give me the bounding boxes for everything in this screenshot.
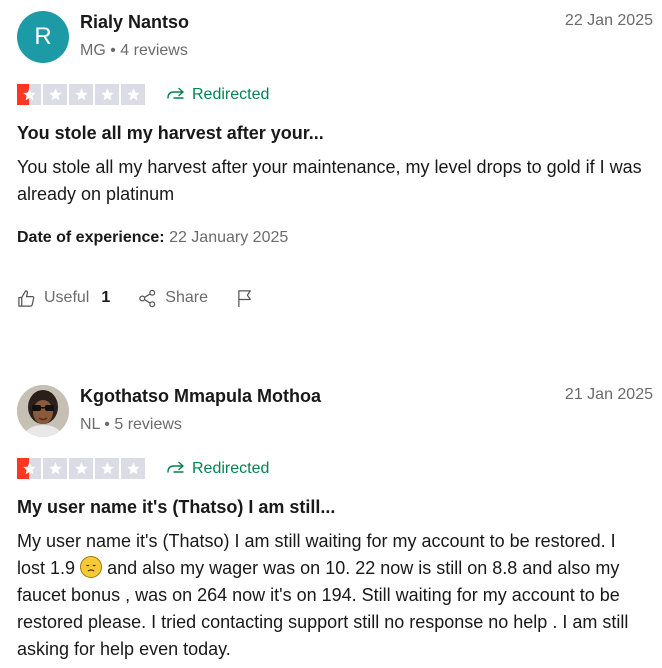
review-title[interactable]: You stole all my harvest after your... — [17, 123, 324, 144]
review-body: My user name it's (Thatso) I am still wa… — [17, 528, 647, 663]
redirected-label[interactable]: Redirected — [166, 458, 269, 479]
review-title[interactable]: My user name it's (Thatso) I am still... — [17, 497, 335, 518]
redirect-arrow-icon — [167, 87, 184, 99]
report-button[interactable] — [236, 289, 255, 308]
star-icon — [121, 84, 145, 105]
date-of-experience: Date of experience: 22 January 2025 — [17, 229, 288, 247]
reviewer-meta: MG • 4 reviews — [80, 42, 188, 59]
star-icon — [95, 84, 119, 105]
redirect-arrow-icon — [167, 461, 184, 473]
reviewer-name[interactable]: Rialy Nantso — [80, 12, 189, 33]
star-icon — [69, 458, 93, 479]
experience-date: 22 January 2025 — [169, 229, 289, 246]
useful-label: Useful — [44, 289, 90, 306]
star-icon — [95, 458, 119, 479]
thumbs-up-icon — [18, 289, 35, 307]
flag-icon — [238, 289, 251, 307]
star-icon — [69, 84, 93, 105]
avatar-letter: R — [34, 23, 52, 50]
review-date: 22 Jan 2025 — [564, 12, 653, 29]
review-body-part2: and also my wager was on 10. 22 now is s… — [17, 558, 629, 659]
star-icon — [121, 458, 145, 479]
reviewer-name[interactable]: Kgothatso Mmapula Mothoa — [80, 386, 321, 407]
useful-count: 1 — [101, 289, 111, 306]
redirected-text: Redirected — [192, 459, 270, 477]
profile-photo — [17, 385, 69, 437]
experience-label: Date of experience: — [17, 229, 165, 246]
share-label: Share — [165, 289, 208, 306]
disappointed-face-emoji-icon — [80, 556, 103, 578]
share-icon — [139, 289, 156, 307]
redirected-text: Redirected — [192, 85, 270, 103]
reviewer-meta: NL • 5 reviews — [80, 416, 182, 433]
star-rating — [17, 458, 145, 479]
star-icon — [43, 84, 67, 105]
review-body: You stole all my harvest after your main… — [17, 157, 642, 204]
review-actions: Useful 1 Share — [17, 287, 255, 309]
star-rating — [17, 84, 145, 105]
useful-button[interactable]: Useful 1 — [17, 289, 110, 308]
star-icon — [43, 458, 67, 479]
avatar[interactable]: R — [17, 11, 69, 63]
redirected-label[interactable]: Redirected — [166, 84, 269, 105]
share-button[interactable]: Share — [138, 289, 208, 308]
star-icon — [17, 84, 41, 105]
star-icon — [17, 458, 41, 479]
review-date: 21 Jan 2025 — [564, 386, 653, 403]
avatar[interactable] — [17, 385, 69, 437]
